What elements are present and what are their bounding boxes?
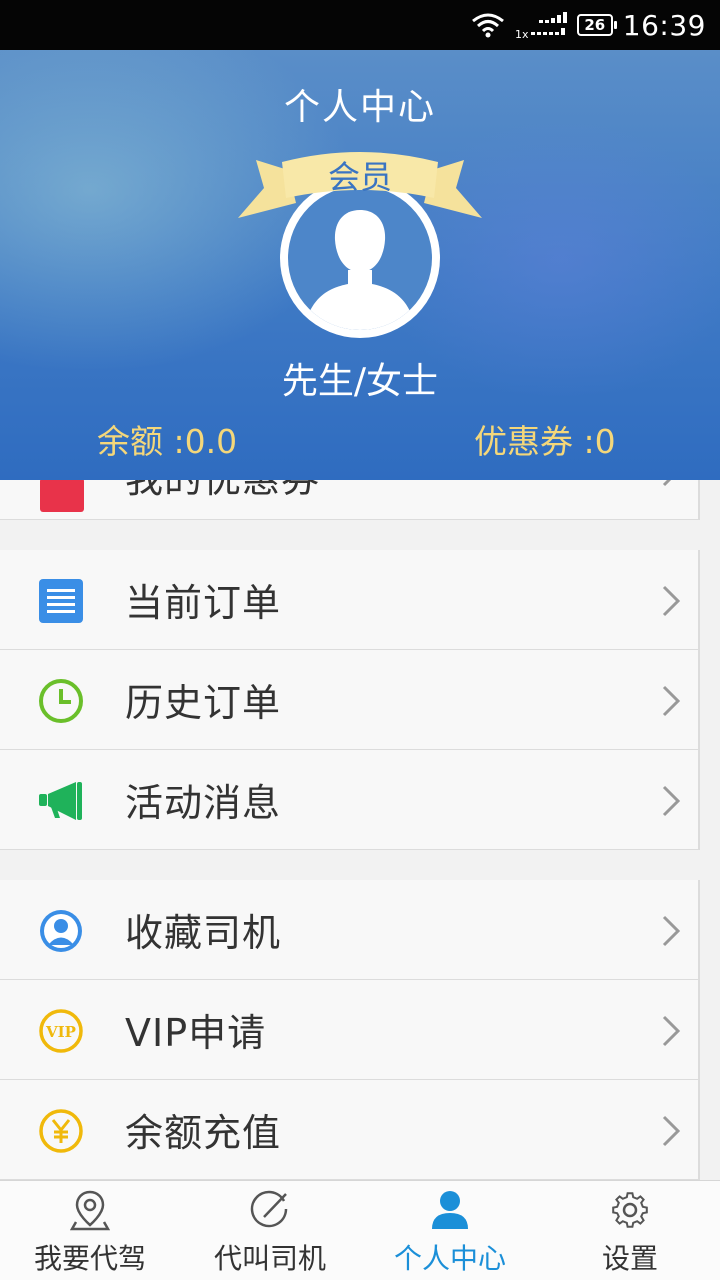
page-title: 个人中心 xyxy=(283,87,436,128)
profile-header: 个人中心 会员 先生/女士 余额 :0.0 优惠券 :0 xyxy=(0,50,720,480)
menu-item-favorite-drivers[interactable]: 收藏司机 xyxy=(0,880,698,980)
clock-icon xyxy=(39,679,83,723)
menu-item-label: 当前订单 xyxy=(125,581,282,625)
megaphone-icon xyxy=(39,782,82,820)
chevron-right-icon xyxy=(662,785,681,817)
person-icon xyxy=(432,1191,468,1229)
tab-settings[interactable]: 设置 xyxy=(540,1181,720,1280)
svg-text:VIP: VIP xyxy=(45,1023,76,1041)
chevron-right-icon xyxy=(662,685,681,717)
coupon-icon xyxy=(40,478,84,512)
menu-item-label: 余额充值 xyxy=(125,1111,282,1155)
menu-item-balance-recharge[interactable]: 余额充值 xyxy=(0,1080,698,1180)
vip-icon: VIP xyxy=(39,1009,83,1053)
status-bar: 1x 26 16:39 xyxy=(0,0,720,50)
member-badge: 会员 xyxy=(327,158,392,196)
menu-item-label: 活动消息 xyxy=(125,781,282,825)
battery-indicator: 26 xyxy=(576,14,617,36)
network-type-label: 1x xyxy=(515,28,529,40)
menu-item-vip-apply[interactable]: VIP VIP申请 xyxy=(0,980,698,1080)
bottom-nav: 我要代驾 代叫司机 个人中心 设置 xyxy=(0,1180,720,1280)
menu-item-label: 收藏司机 xyxy=(125,911,282,955)
wifi-icon xyxy=(471,12,505,38)
status-time: 16:39 xyxy=(622,8,706,42)
username: 先生/女士 xyxy=(281,361,439,402)
nav-label: 设置 xyxy=(601,1242,658,1275)
menu-group-account: 收藏司机 VIP VIP申请 余额充值 xyxy=(0,880,700,1180)
balance-text[interactable]: 余额 :0.0 xyxy=(97,415,237,463)
compass-icon xyxy=(250,1190,288,1228)
signal-icon: 1x xyxy=(515,10,567,40)
menu-item-current-orders[interactable]: 当前订单 xyxy=(0,550,698,650)
tab-profile[interactable]: 个人中心 xyxy=(360,1181,540,1280)
chevron-right-icon xyxy=(662,585,681,617)
gear-icon xyxy=(612,1192,648,1228)
menu-item-label: VIP申请 xyxy=(125,1011,267,1055)
coupon-count-text[interactable]: 优惠券 :0 xyxy=(474,415,616,463)
chevron-right-icon xyxy=(662,915,681,947)
document-icon xyxy=(39,579,83,623)
menu-item-order-history[interactable]: 历史订单 xyxy=(0,650,698,750)
tab-book-driver[interactable]: 我要代驾 xyxy=(0,1181,180,1280)
nav-label: 我要代驾 xyxy=(33,1242,146,1275)
menu-group-orders: 当前订单 历史订单 活动消息 xyxy=(0,550,700,850)
location-pin-icon xyxy=(70,1190,110,1231)
chevron-right-icon xyxy=(662,1015,681,1047)
nav-label: 个人中心 xyxy=(393,1242,506,1275)
tab-call-driver[interactable]: 代叫司机 xyxy=(180,1181,360,1280)
menu-item-activity-messages[interactable]: 活动消息 xyxy=(0,750,698,850)
menu-item-label: 历史订单 xyxy=(125,681,282,725)
yuan-icon xyxy=(39,1109,83,1153)
nav-label: 代叫司机 xyxy=(213,1242,326,1275)
user-circle-icon xyxy=(40,910,82,952)
chevron-right-icon xyxy=(662,1115,681,1147)
